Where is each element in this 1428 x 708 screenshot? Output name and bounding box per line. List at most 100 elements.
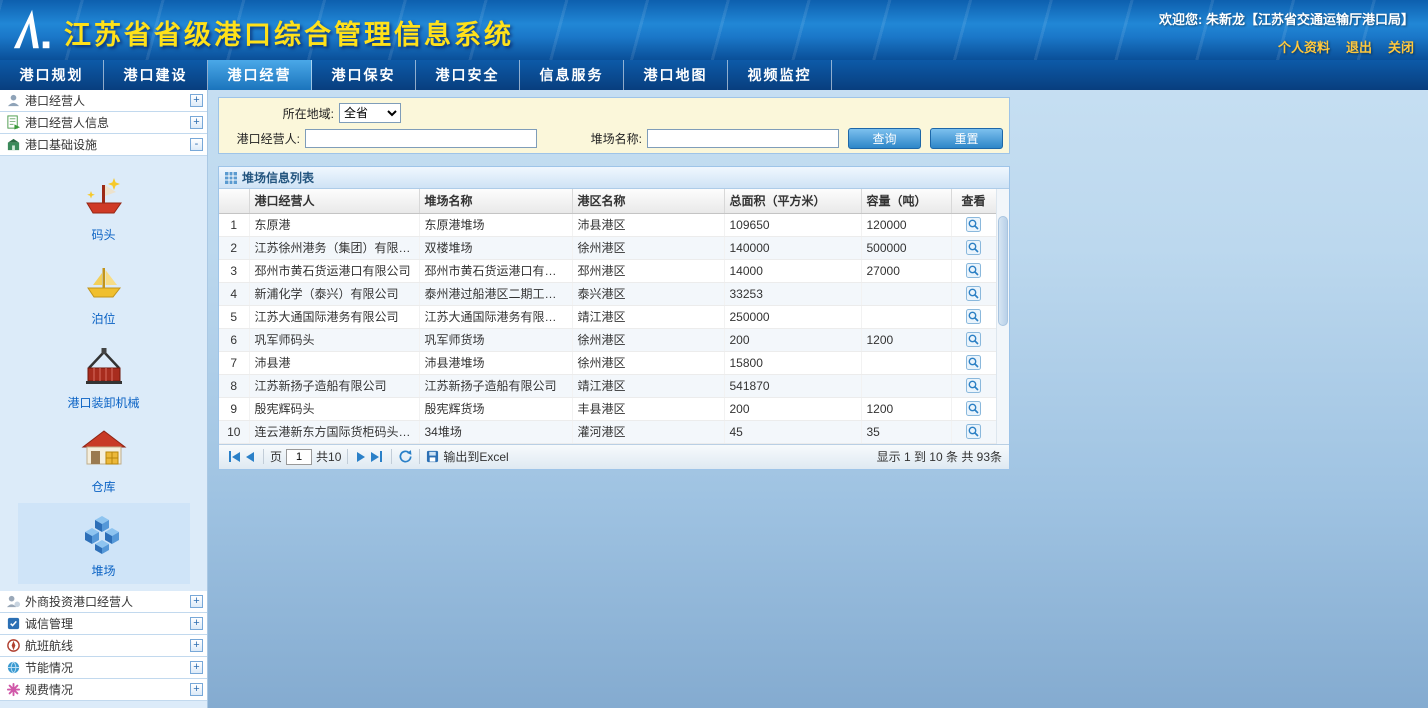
sidebar-group[interactable]: 外商投资港口经营人+ [0,591,207,613]
page-label: 页 [270,448,282,465]
view-icon[interactable] [966,332,981,347]
logout-link[interactable]: 退出 [1346,37,1372,56]
district-cell: 泰兴港区 [572,282,724,305]
first-page-button[interactable] [229,451,240,462]
sidebar-group-label: 外商投资港口经营人 [25,593,190,610]
view-icon[interactable] [966,378,981,393]
expand-toggle-icon[interactable]: + [190,617,203,630]
area-cell: 200 [724,328,861,351]
row-number-header[interactable] [219,189,249,213]
area-cell: 200 [724,397,861,420]
view-cell [951,213,996,236]
nav-tab[interactable]: 港口地图 [624,60,728,90]
profile-link[interactable]: 个人资料 [1278,37,1330,56]
column-header[interactable]: 堆场名称 [419,189,572,213]
nav-tab[interactable]: 港口经营 [208,60,312,90]
sidebar-group[interactable]: 诚信管理+ [0,613,207,635]
expand-toggle-icon[interactable]: + [190,94,203,107]
reset-button[interactable]: 重置 [930,128,1003,149]
operator-cell: 邳州市黄石货运港口有限公司 [249,259,419,282]
nav-tab[interactable]: 视频监控 [728,60,832,90]
view-icon[interactable] [966,286,981,301]
sidebar: 港口经营人+港口经营人信息+港口基础设施- 码头泊位港口装卸机械仓库堆场 外商投… [0,90,208,708]
expand-toggle-icon[interactable]: - [190,138,203,151]
nav-tab[interactable]: 港口规划 [0,60,104,90]
view-icon[interactable] [966,355,981,370]
dock-icon [81,176,127,220]
column-header[interactable]: 总面积（平方米） [724,189,861,213]
table-row[interactable]: 2江苏徐州港务（集团）有限公司双楼堆场徐州港区140000500000 [219,236,996,259]
operator-input[interactable] [305,129,537,148]
table-row[interactable]: 4新浦化学（泰兴）有限公司泰州港过船港区二期工程进...泰兴港区33253 [219,282,996,305]
view-icon[interactable] [966,217,981,232]
facility-item[interactable]: 堆场 [18,503,190,584]
welcome-text: 欢迎您: 朱新龙【江苏省交通运输厅港口局】 [1159,9,1414,28]
area-cell: 15800 [724,351,861,374]
expand-toggle-icon[interactable]: + [190,116,203,129]
region-select[interactable]: 全省 [339,103,401,123]
next-page-button[interactable] [357,452,365,462]
facility-item[interactable]: 港口装卸机械 [18,335,190,416]
sidebar-group[interactable]: 航班航线+ [0,635,207,657]
total-pages-label: 共10 [316,448,341,465]
sidebar-group[interactable]: 规费情况+ [0,679,207,701]
table-row[interactable]: 10连云港新东方国际货柜码头有限...34堆场灌河港区4535 [219,420,996,443]
refresh-icon[interactable] [398,449,413,464]
table-row[interactable]: 3邳州市黄石货运港口有限公司邳州市黄石货运港口有限公...邳州港区1400027… [219,259,996,282]
pager: 页 共10 [219,444,1009,469]
row-number-cell: 2 [219,236,249,259]
table-scrollbar[interactable] [996,189,1009,444]
nav-tab[interactable]: 信息服务 [520,60,624,90]
table-row[interactable]: 7沛县港沛县港堆场徐州港区15800 [219,351,996,374]
view-icon[interactable] [966,401,981,416]
machinery-icon [81,344,127,388]
nav-tab[interactable]: 港口建设 [104,60,208,90]
expand-toggle-icon[interactable]: + [190,661,203,674]
sidebar-group-label: 港口经营人信息 [25,114,190,131]
column-header[interactable]: 港区名称 [572,189,724,213]
area-cell: 45 [724,420,861,443]
export-excel-button[interactable]: 输出到Excel [426,448,508,465]
sidebar-group[interactable]: 港口经营人+ [0,90,207,112]
column-header[interactable]: 查看 [951,189,996,213]
view-icon[interactable] [966,263,981,278]
column-header[interactable]: 港口经营人 [249,189,419,213]
close-link[interactable]: 关闭 [1388,37,1414,56]
view-icon[interactable] [966,424,981,439]
export-excel-label: 输出到Excel [443,448,508,465]
last-page-button[interactable] [371,451,382,462]
nav-tab[interactable]: 港口保安 [312,60,416,90]
table-row[interactable]: 5江苏大通国际港务有限公司江苏大通国际港务有限公司靖江港区250000 [219,305,996,328]
table-row[interactable]: 9殷宪辉码头殷宪辉货场丰县港区2001200 [219,397,996,420]
scrollbar-thumb[interactable] [998,216,1008,326]
facility-item[interactable]: 仓库 [18,419,190,500]
expand-toggle-icon[interactable]: + [190,595,203,608]
table-row[interactable]: 1东原港东原港堆场沛县港区109650120000 [219,213,996,236]
view-icon[interactable] [966,309,981,324]
sidebar-group[interactable]: 港口基础设施- [0,134,207,156]
sidebar-group[interactable]: 节能情况+ [0,657,207,679]
expand-toggle-icon[interactable]: + [190,683,203,696]
district-cell: 靖江港区 [572,305,724,328]
sidebar-group[interactable]: 港口经营人信息+ [0,112,207,134]
facility-item[interactable]: 泊位 [18,251,190,332]
query-button[interactable]: 查询 [848,128,921,149]
yard-name-cell: 江苏新扬子造船有限公司 [419,374,572,397]
prev-page-button[interactable] [246,452,254,462]
table-row[interactable]: 8江苏新扬子造船有限公司江苏新扬子造船有限公司靖江港区541870 [219,374,996,397]
page-input[interactable] [286,449,312,465]
table-row[interactable]: 6巩军师码头巩军师货场徐州港区2001200 [219,328,996,351]
capacity-cell: 120000 [861,213,951,236]
nav-tab[interactable]: 港口安全 [416,60,520,90]
facility-label: 堆场 [18,562,190,579]
expand-toggle-icon[interactable]: + [190,639,203,652]
operator-cell: 连云港新东方国际货柜码头有限... [249,420,419,443]
column-header[interactable]: 容量（吨） [861,189,951,213]
facility-list: 码头泊位港口装卸机械仓库堆场 [0,156,207,591]
view-icon[interactable] [966,240,981,255]
sidebar-group-label: 诚信管理 [25,615,190,632]
row-number-cell: 4 [219,282,249,305]
yard-name-input[interactable] [647,129,839,148]
yard-name-cell: 邳州市黄石货运港口有限公... [419,259,572,282]
facility-item[interactable]: 码头 [18,167,190,248]
